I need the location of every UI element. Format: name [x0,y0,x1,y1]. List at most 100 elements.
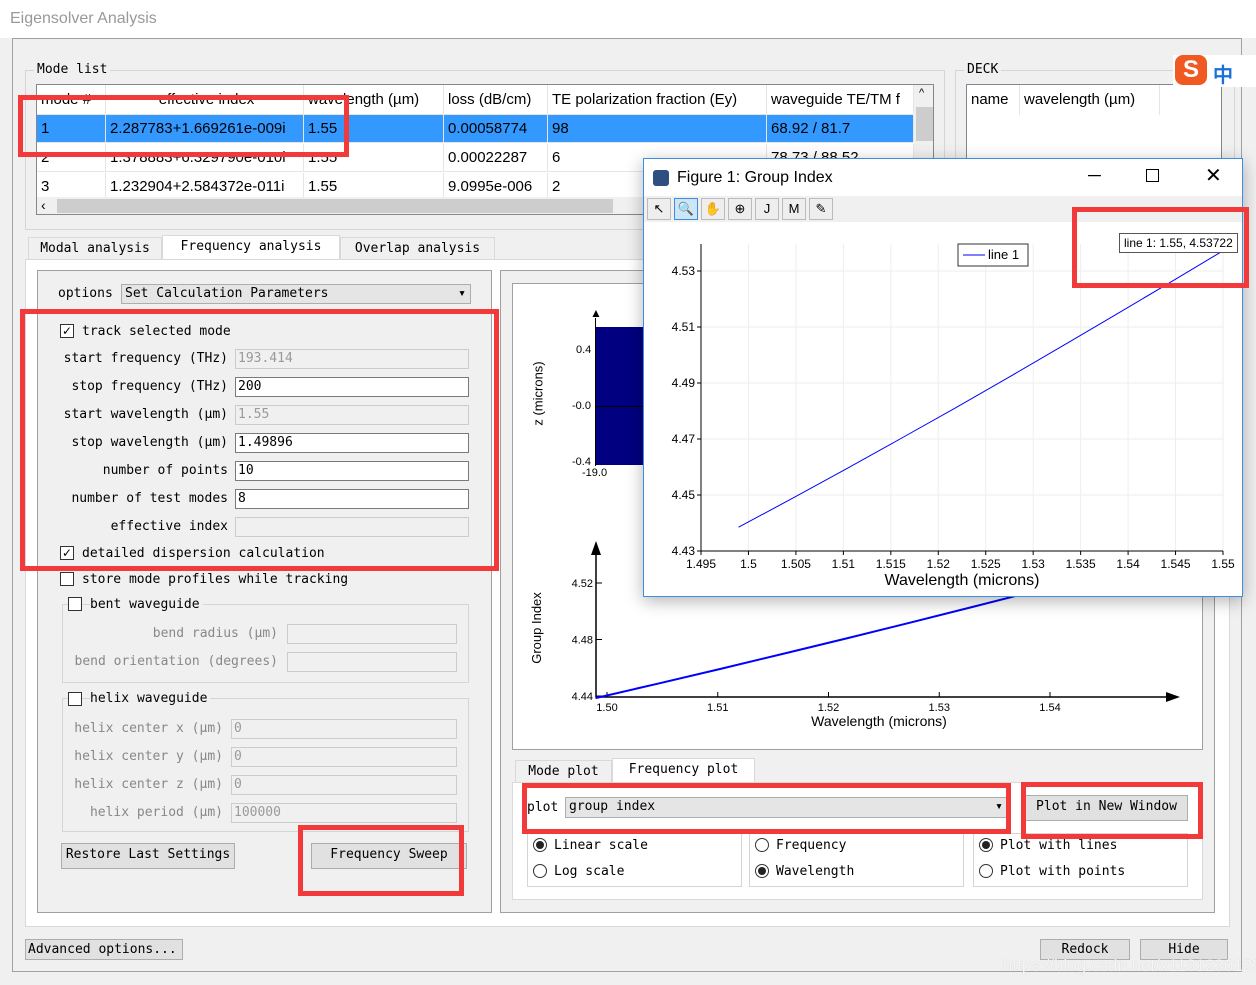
column-header[interactable]: wavelength (µm) [304,85,444,114]
options-label: options [58,286,113,301]
table-cell: 2.287783+1.669261e-009i [106,115,304,142]
tab-frequency-analysis[interactable]: Frequency analysis [162,235,340,260]
figure-title: Figure 1: Group Index [677,169,833,186]
helix-input[interactable]: 0 [231,747,457,767]
param-label: stop wavelength (µm) [71,435,228,450]
mode-plot-zero-line [596,406,646,407]
param-input[interactable]: 1.55 [235,405,469,425]
mode-plot-ylabel: z (microns) [530,361,546,426]
column-header[interactable]: mode # [37,85,106,114]
column-header[interactable]: waveguide TE/TM f [767,85,914,114]
tab-mode-plot[interactable]: Mode plot [515,760,612,782]
x-axis-arrow [1166,692,1180,702]
minimize-icon[interactable]: ─ [1088,165,1101,186]
mode-plot-ytick: -0.0 [572,400,591,412]
table-cell: 0.00058774 [444,115,548,142]
maximize-icon[interactable] [1146,169,1159,182]
bend-orientation-label: bend orientation (degrees) [74,654,279,669]
y-axis-arrow [591,541,601,555]
tab-overlap-analysis[interactable]: Overlap analysis [340,237,495,259]
bent-waveguide-checkbox[interactable] [68,597,82,611]
deck-col-name[interactable]: name [967,85,1020,115]
options-select[interactable]: Set Calculation Parameters [121,284,471,304]
figure-window: Figure 1: Group Index ─ ✕ ↖ 🔍 ✋ ⊕ J M ✎ 1.495 1… [643,158,1243,597]
figure-app-icon [653,170,669,186]
y-tick-label: 4.49 [672,376,696,390]
y-tick-label: 4.52 [572,578,593,590]
bend-radius-input[interactable] [287,624,457,644]
helix-input[interactable]: 100000 [231,803,457,823]
pencil-icon[interactable]: ✎ [809,198,833,220]
bend-radius-label: bend radius (µm) [152,626,278,641]
table-cell: 9.0995e-006 [444,173,548,200]
restore-last-settings-button[interactable]: Restore Last Settings [61,843,235,869]
mode-plot-xtick: -19.0 [582,467,608,479]
table-cell: 1.55 [304,115,444,142]
radio-label: Frequency [776,838,847,853]
helix-label: helix center z (µm) [74,777,223,792]
tab-modal-analysis[interactable]: Modal analysis [28,237,162,259]
store-profiles-checkbox[interactable] [60,572,74,586]
table-cell: 1 [37,115,106,142]
detailed-dispersion-checkbox[interactable]: ✓ [60,546,74,560]
jpg-export-icon[interactable]: J [755,198,779,220]
bend-orientation-input[interactable] [287,652,457,672]
close-icon[interactable]: ✕ [1205,163,1222,188]
advanced-options-button[interactable]: Advanced options... [25,939,183,960]
y-tick-label: 4.44 [572,691,593,703]
table-row[interactable]: 1 2.287783+1.669261e-009i 1.55 0.00058774 98… [37,115,914,143]
radio-scale[interactable] [533,864,547,878]
param-input[interactable]: 8 [235,489,469,509]
column-header[interactable]: loss (dB/cm) [444,85,548,114]
y-tick-label: 4.53 [672,264,696,278]
x-tick-label: 1.51 [707,702,728,714]
y-tick-label: 4.47 [672,432,696,446]
frequency-sweep-button[interactable]: Frequency Sweep [311,843,467,869]
data-tooltip: line 1: 1.55, 4.53722 [1119,233,1238,253]
plot-in-new-window-button[interactable]: Plot in New Window [1025,795,1188,821]
helix-label: helix period (µm) [89,805,223,820]
matlab-export-icon[interactable]: M [782,198,806,220]
helix-waveguide-checkbox[interactable] [68,692,82,706]
track-selected-mode-checkbox[interactable]: ✓ [60,324,74,338]
mode-plot-arrow-icon: ▲ [590,306,602,320]
table-cell: 0.00022287 [444,144,548,171]
plot-quantity-select[interactable]: group index [565,797,1008,818]
zoom-icon[interactable]: 🔍 [674,198,698,220]
x-tick-label: 1.52 [927,557,951,571]
param-input[interactable]: 1.49896 [235,433,469,453]
radio-style[interactable] [979,864,993,878]
tab-frequency-plot[interactable]: Frequency plot [612,758,755,783]
legend-label: line 1 [988,247,1019,262]
radio-label: Plot with points [1000,864,1126,879]
pan-hand-icon[interactable]: ✋ [701,198,725,220]
table-cell: 1.55 [304,173,444,200]
radio-label: Wavelength [776,864,855,879]
zoom-target-icon[interactable]: ⊕ [728,198,752,220]
x-tick-label: 1.495 [686,557,716,571]
legend: line 1 [957,243,1029,267]
param-input[interactable]: 10 [235,461,469,481]
title-bar: Eigensolver Analysis [0,0,1256,38]
x-tick-label: 1.535 [1066,557,1096,571]
param-input[interactable] [235,517,469,537]
table-cell: 2 [37,144,106,171]
column-header[interactable]: effective index [106,85,304,114]
radio-style[interactable] [979,838,993,852]
helix-label: helix center x (µm) [74,721,223,736]
table-cell: 1.55 [304,144,444,171]
deck-col-wavelength[interactable]: wavelength (µm) [1020,85,1160,115]
select-arrow-icon[interactable]: ↖ [647,198,671,220]
param-input[interactable]: 200 [235,377,469,397]
x-tick-label: 1.55 [1211,557,1235,571]
helix-input[interactable]: 0 [231,775,457,795]
radio-axis[interactable] [755,864,769,878]
radio-label: Plot with lines [1000,838,1118,853]
column-header[interactable]: TE polarization fraction (Ey) [548,85,767,114]
radio-axis[interactable] [755,838,769,852]
param-input[interactable]: 193.414 [235,349,469,369]
watermark: https://blog.csdn.net/x1131230123 [1003,956,1256,975]
helix-waveguide-label: helix waveguide [90,691,211,706]
helix-input[interactable]: 0 [231,719,457,739]
radio-scale[interactable] [533,838,547,852]
